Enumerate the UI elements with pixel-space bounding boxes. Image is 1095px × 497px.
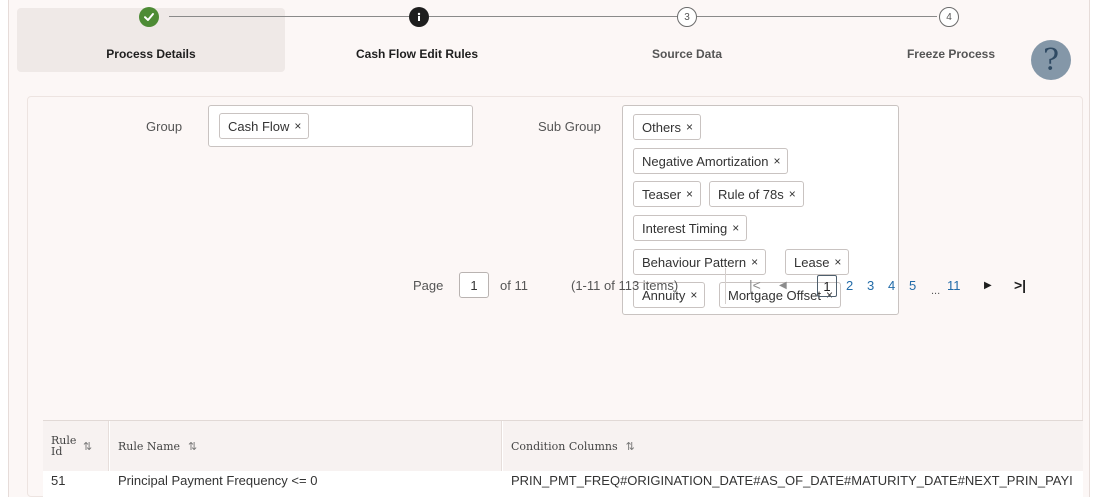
column-header-rule-name[interactable]: Rule Name ⇅ [110, 421, 502, 471]
help-icon: ? [1042, 42, 1060, 78]
sort-icon[interactable]: ⇅ [83, 441, 92, 452]
cell-rule-name[interactable]: Principal Payment Frequency <= 0 [118, 473, 498, 488]
help-button[interactable]: ? [1031, 40, 1071, 80]
chip-label: Mortgage Offset [728, 287, 821, 303]
group-chip[interactable]: Cash Flow × [219, 113, 310, 139]
chip-remove-icon[interactable]: × [690, 288, 697, 302]
subgroup-chip[interactable]: Teaser × [633, 181, 702, 207]
chip-label: Cash Flow [228, 118, 290, 134]
step-label-source-data[interactable]: Source Data [587, 47, 787, 61]
step-number: 3 [684, 11, 690, 23]
page-link[interactable]: 4 [888, 278, 895, 293]
page-label: Page [413, 278, 444, 293]
step-complete-icon[interactable] [139, 7, 159, 27]
step-label-freeze-process[interactable]: Freeze Process [851, 47, 1051, 61]
page-ellipsis: ... [931, 285, 941, 297]
page-link[interactable]: 5 [909, 278, 916, 293]
chip-label: Rule of 78s [718, 186, 784, 202]
step-label-cash-flow-edit-rules[interactable]: Cash Flow Edit Rules [317, 47, 517, 61]
chip-remove-icon[interactable]: × [732, 221, 739, 235]
chip-label: Negative Amortization [642, 153, 769, 169]
step-label-process-details[interactable]: Process Details [51, 47, 251, 61]
subgroup-chip[interactable]: Interest Timing × [633, 215, 748, 241]
first-page-icon[interactable]: |< [749, 277, 761, 293]
column-header-label: Condition Columns [511, 439, 618, 453]
group-select[interactable]: Cash Flow × [208, 105, 473, 147]
page-link-current[interactable]: 1 [817, 275, 837, 297]
next-page-icon[interactable]: ▶ [984, 280, 992, 291]
item-range-label: (1-11 of 113 items) [571, 278, 679, 293]
column-header-rule-id[interactable]: Rule Id ⇅ [43, 421, 109, 471]
pager-divider [725, 268, 726, 304]
chip-label: Others [642, 119, 682, 135]
subgroup-label: Sub Group [538, 119, 601, 134]
page-link-label: 1 [823, 278, 831, 294]
cell-rule-id: 51 [51, 473, 66, 488]
previous-page-icon[interactable]: ◀ [779, 280, 787, 291]
rules-table: Rule Id ⇅ Rule Name ⇅ Condition Columns … [43, 420, 1083, 497]
process-train: 3 4 Process Details Cash Flow Edit Rules… [9, 0, 1091, 80]
chip-remove-icon[interactable]: × [834, 255, 841, 269]
app-frame: 3 4 Process Details Cash Flow Edit Rules… [8, 0, 1090, 497]
last-page-icon[interactable]: >| [1014, 277, 1026, 293]
chip-remove-icon[interactable]: × [751, 255, 758, 269]
page-link[interactable]: 2 [846, 278, 853, 293]
step-info-icon[interactable] [409, 7, 429, 27]
subgroup-chip[interactable]: Others × [633, 114, 702, 140]
step-number-icon[interactable]: 4 [939, 7, 959, 27]
subgroup-chip[interactable]: Negative Amortization × [633, 148, 789, 174]
column-header-label: Rule Name [118, 439, 181, 453]
chip-remove-icon[interactable]: × [789, 187, 796, 201]
page-link[interactable]: 3 [867, 278, 874, 293]
chip-label: Lease [794, 254, 830, 270]
subgroup-chip[interactable]: Behaviour Pattern × [633, 249, 767, 275]
sort-icon[interactable]: ⇅ [188, 440, 197, 453]
chip-remove-icon[interactable]: × [686, 187, 693, 201]
page-count-label: of 11 [500, 278, 528, 293]
chip-label: Behaviour Pattern [642, 254, 747, 270]
page-number-value: 1 [470, 277, 478, 293]
chip-label: Interest Timing [642, 220, 728, 236]
train-connector [169, 16, 409, 17]
step-number: 4 [946, 11, 952, 23]
chip-remove-icon[interactable]: × [294, 119, 301, 133]
cell-condition-columns: PRIN_PMT_FREQ#ORIGINATION_DATE#AS_OF_DAT… [511, 473, 1073, 488]
chip-label: Teaser [642, 186, 682, 202]
sort-icon[interactable]: ⇅ [626, 440, 635, 453]
page-link-last[interactable]: 11 [947, 278, 961, 293]
train-connector [697, 16, 937, 17]
subgroup-chip[interactable]: Lease × [785, 249, 850, 275]
column-header-condition-columns[interactable]: Condition Columns ⇅ [503, 421, 1083, 471]
chip-remove-icon[interactable]: × [686, 120, 693, 134]
train-connector [429, 16, 677, 17]
page-number-input[interactable]: 1 [459, 272, 489, 298]
subgroup-chip[interactable]: Rule of 78s × [709, 181, 804, 207]
group-label: Group [146, 119, 183, 134]
step-number-icon[interactable]: 3 [677, 7, 697, 27]
column-header-label: Rule Id [51, 434, 77, 458]
chip-remove-icon[interactable]: × [773, 154, 780, 168]
